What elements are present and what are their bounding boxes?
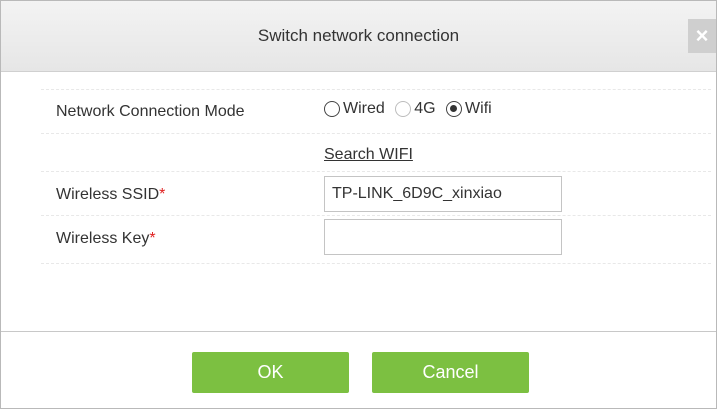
radio-wifi-label: Wifi [465, 100, 492, 117]
radio-4g[interactable]: 4G [395, 100, 436, 118]
wireless-ssid-label: Wireless SSID* [56, 186, 165, 204]
radio-unchecked-icon [324, 101, 340, 117]
network-mode-label: Network Connection Mode [56, 103, 245, 120]
wireless-ssid-label-text: Wireless SSID [56, 186, 160, 203]
row-divider [41, 89, 711, 90]
dialog-title: Switch network connection [257, 26, 460, 45]
radio-checked-icon [446, 101, 463, 117]
radio-unchecked-icon [395, 101, 412, 117]
ok-button[interactable]: OK [192, 352, 349, 393]
radio-wifi[interactable]: Wifi [446, 100, 492, 118]
wireless-key-label: Wireless Key* [56, 230, 156, 248]
radio-wired[interactable]: Wired [324, 100, 385, 118]
radio-wired-label: Wired [343, 100, 385, 117]
close-button[interactable]: × [688, 19, 716, 53]
wireless-key-label-text: Wireless Key [56, 230, 150, 247]
network-mode-radio-group: Wired 4G Wifi [324, 100, 498, 126]
row-divider [41, 215, 711, 216]
cancel-button[interactable]: Cancel [372, 352, 529, 393]
wireless-key-input[interactable] [324, 219, 562, 255]
required-mark: * [149, 230, 156, 247]
row-divider [41, 171, 711, 172]
search-wifi-link[interactable]: Search WIFI [324, 146, 413, 164]
radio-4g-label: 4G [414, 100, 436, 117]
switch-network-dialog: Switch network connection × Network Conn… [0, 0, 717, 409]
wireless-ssid-input[interactable] [324, 176, 562, 212]
row-divider [41, 133, 711, 134]
required-mark: * [159, 186, 166, 203]
row-divider [41, 263, 711, 264]
close-icon: × [695, 23, 709, 48]
footer-divider [1, 331, 716, 332]
dialog-titlebar: Switch network connection × [1, 1, 716, 72]
